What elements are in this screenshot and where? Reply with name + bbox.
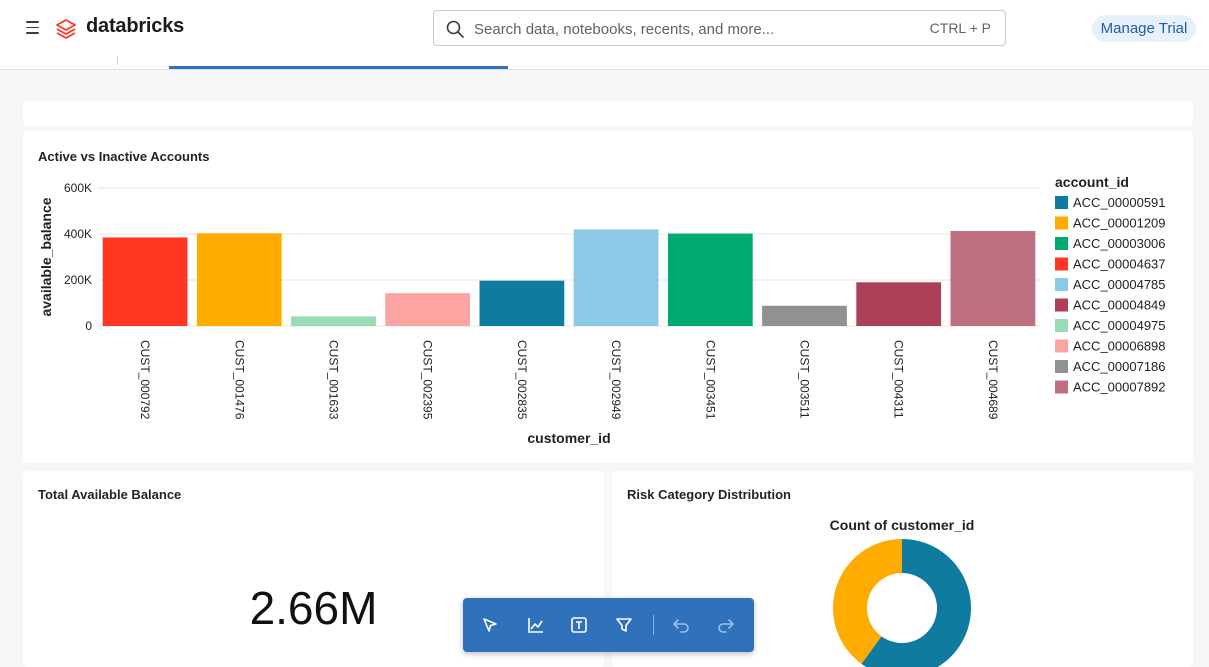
toolbar-divider bbox=[653, 615, 654, 635]
x-tick-label: CUST_002395 bbox=[421, 340, 435, 420]
y-tick-label: 200K bbox=[64, 273, 92, 287]
redo-icon[interactable] bbox=[716, 615, 736, 635]
line-chart-icon[interactable] bbox=[526, 615, 546, 635]
bar bbox=[196, 233, 282, 326]
legend-item-label: ACC_00001209 bbox=[1073, 216, 1166, 231]
legend-item-label: ACC_00004975 bbox=[1073, 318, 1166, 333]
search-shortcut-hint: CTRL + P bbox=[929, 20, 991, 36]
legend-item-label: ACC_00007186 bbox=[1073, 359, 1166, 374]
select-pointer-icon[interactable] bbox=[480, 615, 500, 635]
legend-title: account_id bbox=[1055, 174, 1129, 190]
brand-name[interactable]: databricks bbox=[86, 15, 184, 38]
y-axis-title: available_balance bbox=[38, 197, 54, 316]
page-tab-strip bbox=[0, 56, 1209, 70]
text-box-icon[interactable] bbox=[569, 615, 589, 635]
bar bbox=[102, 237, 188, 326]
bar-chart: 0 200K 400K 600K CUST_000792 CUST_001476 CUST_… bbox=[38, 174, 1166, 446]
x-tick-label: CUST_002835 bbox=[515, 340, 529, 420]
empty-widget[interactable] bbox=[23, 101, 1193, 126]
legend-item-label: ACC_00004637 bbox=[1073, 257, 1166, 272]
legend-swatch bbox=[1055, 339, 1068, 353]
bar bbox=[291, 316, 376, 326]
menu-icon[interactable] bbox=[26, 21, 39, 34]
bar bbox=[479, 280, 565, 326]
legend-swatch bbox=[1055, 278, 1068, 291]
manage-trial-button[interactable]: Manage Trial bbox=[1092, 15, 1196, 42]
search-icon bbox=[446, 20, 464, 38]
y-tick-label: 400K bbox=[64, 227, 92, 241]
legend-swatch bbox=[1055, 360, 1068, 373]
bar bbox=[573, 229, 659, 326]
active-tab-indicator[interactable] bbox=[169, 66, 508, 69]
legend-swatch bbox=[1055, 196, 1068, 209]
bar bbox=[856, 282, 942, 326]
donut-chart-title: Count of customer_id bbox=[830, 517, 975, 533]
legend-swatch bbox=[1055, 216, 1068, 230]
legend-swatch bbox=[1055, 237, 1068, 250]
x-tick-label: CUST_003511 bbox=[798, 340, 812, 419]
legend-item-label: ACC_00004849 bbox=[1073, 298, 1166, 313]
top-navigation-bar: databricks CTRL + P Manage Trial bbox=[0, 0, 1209, 56]
legend-swatch bbox=[1055, 319, 1068, 332]
x-tick-label: CUST_001633 bbox=[327, 340, 341, 420]
tab-divider bbox=[117, 56, 118, 65]
canvas-floating-toolbar bbox=[463, 598, 754, 652]
legend-item-label: ACC_00003006 bbox=[1073, 236, 1166, 251]
x-tick-label: CUST_004311 bbox=[892, 340, 906, 419]
bar-chart-widget[interactable]: Active vs Inactive Accounts 0 200K 400K 600… bbox=[23, 131, 1193, 463]
legend-swatch bbox=[1055, 380, 1068, 394]
legend-item-label: ACC_00006898 bbox=[1073, 339, 1166, 354]
filter-icon[interactable] bbox=[614, 615, 634, 635]
x-tick-label: CUST_004689 bbox=[986, 340, 1000, 420]
widget-title: Total Available Balance bbox=[38, 487, 182, 502]
legend-item-label: ACC_00004785 bbox=[1073, 277, 1166, 292]
bar bbox=[385, 293, 471, 326]
x-tick-label: CUST_003451 bbox=[703, 340, 717, 420]
bar bbox=[950, 231, 1036, 326]
legend-swatch bbox=[1055, 298, 1068, 312]
bar bbox=[762, 305, 847, 326]
undo-icon[interactable] bbox=[671, 615, 691, 635]
databricks-logo-icon bbox=[56, 19, 76, 39]
legend-item-label: ACC_00000591 bbox=[1073, 195, 1166, 210]
search-input[interactable] bbox=[474, 18, 894, 40]
bar bbox=[667, 233, 753, 326]
x-axis-title: customer_id bbox=[527, 430, 610, 446]
legend-item-label: ACC_00007892 bbox=[1073, 380, 1166, 395]
legend-swatch bbox=[1055, 257, 1068, 271]
x-tick-label: CUST_001476 bbox=[232, 340, 246, 420]
y-tick-label: 600K bbox=[64, 181, 92, 195]
y-tick-label: 0 bbox=[85, 319, 92, 333]
global-search-box[interactable]: CTRL + P bbox=[433, 10, 1006, 46]
x-tick-label: CUST_002949 bbox=[609, 340, 623, 420]
x-tick-label: CUST_000792 bbox=[138, 340, 152, 420]
